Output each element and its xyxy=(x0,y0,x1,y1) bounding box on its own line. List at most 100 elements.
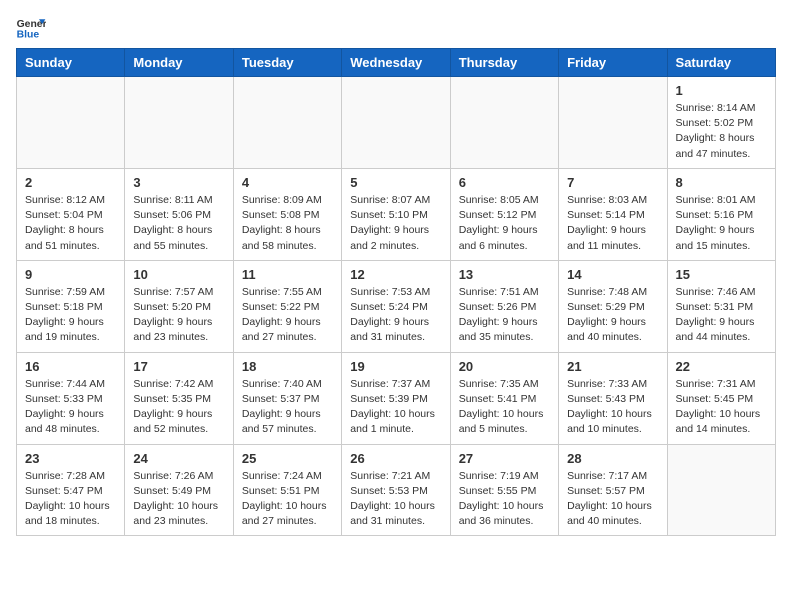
calendar-cell: 22 Sunrise: 7:31 AM Sunset: 5:45 PM Dayli… xyxy=(667,352,775,444)
day-detail: Sunrise: 7:35 AM Sunset: 5:41 PM Dayligh… xyxy=(459,377,550,438)
calendar-cell xyxy=(17,77,125,169)
calendar-cell: 3 Sunrise: 8:11 AM Sunset: 5:06 PM Daylig… xyxy=(125,168,233,260)
logo-icon: General Blue xyxy=(16,16,46,40)
day-number: 14 xyxy=(567,267,658,282)
day-number: 9 xyxy=(25,267,116,282)
calendar-header-row: SundayMondayTuesdayWednesdayThursdayFrid… xyxy=(17,49,776,77)
calendar-cell xyxy=(450,77,558,169)
day-detail: Sunrise: 7:46 AM Sunset: 5:31 PM Dayligh… xyxy=(676,285,767,346)
day-number: 20 xyxy=(459,359,550,374)
calendar-cell: 2 Sunrise: 8:12 AM Sunset: 5:04 PM Daylig… xyxy=(17,168,125,260)
calendar-cell: 20 Sunrise: 7:35 AM Sunset: 5:41 PM Dayli… xyxy=(450,352,558,444)
calendar-cell xyxy=(559,77,667,169)
calendar-cell: 6Sunrise: 8:05 AM Sunset: 5:12 PM Daylig… xyxy=(450,168,558,260)
day-number: 28 xyxy=(567,451,658,466)
header: General Blue xyxy=(16,16,776,40)
calendar-cell: 10 Sunrise: 7:57 AM Sunset: 5:20 PM Dayli… xyxy=(125,260,233,352)
calendar-cell: 26 Sunrise: 7:21 AM Sunset: 5:53 PM Dayli… xyxy=(342,444,450,536)
week-row-5: 23 Sunrise: 7:28 AM Sunset: 5:47 PM Dayli… xyxy=(17,444,776,536)
header-day-sunday: Sunday xyxy=(17,49,125,77)
calendar-cell: 11 Sunrise: 7:55 AM Sunset: 5:22 PM Dayli… xyxy=(233,260,341,352)
day-number: 3 xyxy=(133,175,224,190)
day-number: 27 xyxy=(459,451,550,466)
header-day-saturday: Saturday xyxy=(667,49,775,77)
day-number: 17 xyxy=(133,359,224,374)
day-number: 10 xyxy=(133,267,224,282)
calendar-cell: 27 Sunrise: 7:19 AM Sunset: 5:55 PM Dayli… xyxy=(450,444,558,536)
day-detail: Sunrise: 7:33 AM Sunset: 5:43 PM Dayligh… xyxy=(567,377,658,438)
day-detail: Sunrise: 7:21 AM Sunset: 5:53 PM Dayligh… xyxy=(350,469,441,530)
day-number: 19 xyxy=(350,359,441,374)
calendar-cell: 9 Sunrise: 7:59 AM Sunset: 5:18 PM Daylig… xyxy=(17,260,125,352)
day-number: 13 xyxy=(459,267,550,282)
day-detail: Sunrise: 7:42 AM Sunset: 5:35 PM Dayligh… xyxy=(133,377,224,438)
day-number: 15 xyxy=(676,267,767,282)
day-detail: Sunrise: 8:14 AM Sunset: 5:02 PM Dayligh… xyxy=(676,101,767,162)
day-detail: Sunrise: 8:01 AM Sunset: 5:16 PM Dayligh… xyxy=(676,193,767,254)
calendar-cell: 7 Sunrise: 8:03 AM Sunset: 5:14 PM Daylig… xyxy=(559,168,667,260)
calendar-cell: 1 Sunrise: 8:14 AM Sunset: 5:02 PM Daylig… xyxy=(667,77,775,169)
day-detail: Sunrise: 8:03 AM Sunset: 5:14 PM Dayligh… xyxy=(567,193,658,254)
calendar: SundayMondayTuesdayWednesdayThursdayFrid… xyxy=(16,48,776,536)
day-detail: Sunrise: 7:57 AM Sunset: 5:20 PM Dayligh… xyxy=(133,285,224,346)
day-detail: Sunrise: 7:53 AM Sunset: 5:24 PM Dayligh… xyxy=(350,285,441,346)
day-detail: Sunrise: 7:17 AM Sunset: 5:57 PM Dayligh… xyxy=(567,469,658,530)
day-detail: Sunrise: 7:26 AM Sunset: 5:49 PM Dayligh… xyxy=(133,469,224,530)
calendar-cell: 13 Sunrise: 7:51 AM Sunset: 5:26 PM Dayli… xyxy=(450,260,558,352)
header-day-thursday: Thursday xyxy=(450,49,558,77)
day-detail: Sunrise: 7:55 AM Sunset: 5:22 PM Dayligh… xyxy=(242,285,333,346)
day-detail: Sunrise: 7:31 AM Sunset: 5:45 PM Dayligh… xyxy=(676,377,767,438)
day-number: 1 xyxy=(676,83,767,98)
calendar-cell xyxy=(342,77,450,169)
calendar-cell xyxy=(125,77,233,169)
svg-text:Blue: Blue xyxy=(17,30,40,40)
logo: General Blue xyxy=(16,16,50,40)
calendar-cell: 14 Sunrise: 7:48 AM Sunset: 5:29 PM Dayli… xyxy=(559,260,667,352)
day-detail: Sunrise: 7:28 AM Sunset: 5:47 PM Dayligh… xyxy=(25,469,116,530)
day-detail: Sunrise: 7:19 AM Sunset: 5:55 PM Dayligh… xyxy=(459,469,550,530)
calendar-cell: 24 Sunrise: 7:26 AM Sunset: 5:49 PM Dayli… xyxy=(125,444,233,536)
calendar-cell: 15 Sunrise: 7:46 AM Sunset: 5:31 PM Dayli… xyxy=(667,260,775,352)
header-day-tuesday: Tuesday xyxy=(233,49,341,77)
day-number: 5 xyxy=(350,175,441,190)
day-number: 24 xyxy=(133,451,224,466)
week-row-4: 16 Sunrise: 7:44 AM Sunset: 5:33 PM Dayli… xyxy=(17,352,776,444)
calendar-cell: 16 Sunrise: 7:44 AM Sunset: 5:33 PM Dayli… xyxy=(17,352,125,444)
day-detail: Sunrise: 7:48 AM Sunset: 5:29 PM Dayligh… xyxy=(567,285,658,346)
day-number: 2 xyxy=(25,175,116,190)
header-day-wednesday: Wednesday xyxy=(342,49,450,77)
calendar-cell: 28 Sunrise: 7:17 AM Sunset: 5:57 PM Dayli… xyxy=(559,444,667,536)
day-detail: Sunrise: 8:09 AM Sunset: 5:08 PM Dayligh… xyxy=(242,193,333,254)
day-number: 25 xyxy=(242,451,333,466)
day-number: 23 xyxy=(25,451,116,466)
day-detail: Sunrise: 8:12 AM Sunset: 5:04 PM Dayligh… xyxy=(25,193,116,254)
day-detail: Sunrise: 7:51 AM Sunset: 5:26 PM Dayligh… xyxy=(459,285,550,346)
day-detail: Sunrise: 7:59 AM Sunset: 5:18 PM Dayligh… xyxy=(25,285,116,346)
header-day-monday: Monday xyxy=(125,49,233,77)
day-number: 18 xyxy=(242,359,333,374)
day-number: 22 xyxy=(676,359,767,374)
calendar-cell: 18 Sunrise: 7:40 AM Sunset: 5:37 PM Dayli… xyxy=(233,352,341,444)
day-number: 11 xyxy=(242,267,333,282)
calendar-cell: 5 Sunrise: 8:07 AM Sunset: 5:10 PM Daylig… xyxy=(342,168,450,260)
calendar-cell: 17 Sunrise: 7:42 AM Sunset: 5:35 PM Dayli… xyxy=(125,352,233,444)
day-detail: Sunrise: 8:11 AM Sunset: 5:06 PM Dayligh… xyxy=(133,193,224,254)
week-row-1: 1 Sunrise: 8:14 AM Sunset: 5:02 PM Daylig… xyxy=(17,77,776,169)
day-number: 21 xyxy=(567,359,658,374)
day-number: 7 xyxy=(567,175,658,190)
day-detail: Sunrise: 8:05 AM Sunset: 5:12 PM Dayligh… xyxy=(459,193,550,254)
calendar-cell xyxy=(667,444,775,536)
day-detail: Sunrise: 7:24 AM Sunset: 5:51 PM Dayligh… xyxy=(242,469,333,530)
day-number: 26 xyxy=(350,451,441,466)
calendar-cell: 25 Sunrise: 7:24 AM Sunset: 5:51 PM Dayli… xyxy=(233,444,341,536)
day-number: 12 xyxy=(350,267,441,282)
calendar-cell: 12 Sunrise: 7:53 AM Sunset: 5:24 PM Dayli… xyxy=(342,260,450,352)
day-detail: Sunrise: 7:40 AM Sunset: 5:37 PM Dayligh… xyxy=(242,377,333,438)
day-number: 4 xyxy=(242,175,333,190)
day-detail: Sunrise: 8:07 AM Sunset: 5:10 PM Dayligh… xyxy=(350,193,441,254)
day-number: 8 xyxy=(676,175,767,190)
day-number: 16 xyxy=(25,359,116,374)
week-row-3: 9 Sunrise: 7:59 AM Sunset: 5:18 PM Daylig… xyxy=(17,260,776,352)
day-detail: Sunrise: 7:44 AM Sunset: 5:33 PM Dayligh… xyxy=(25,377,116,438)
header-day-friday: Friday xyxy=(559,49,667,77)
